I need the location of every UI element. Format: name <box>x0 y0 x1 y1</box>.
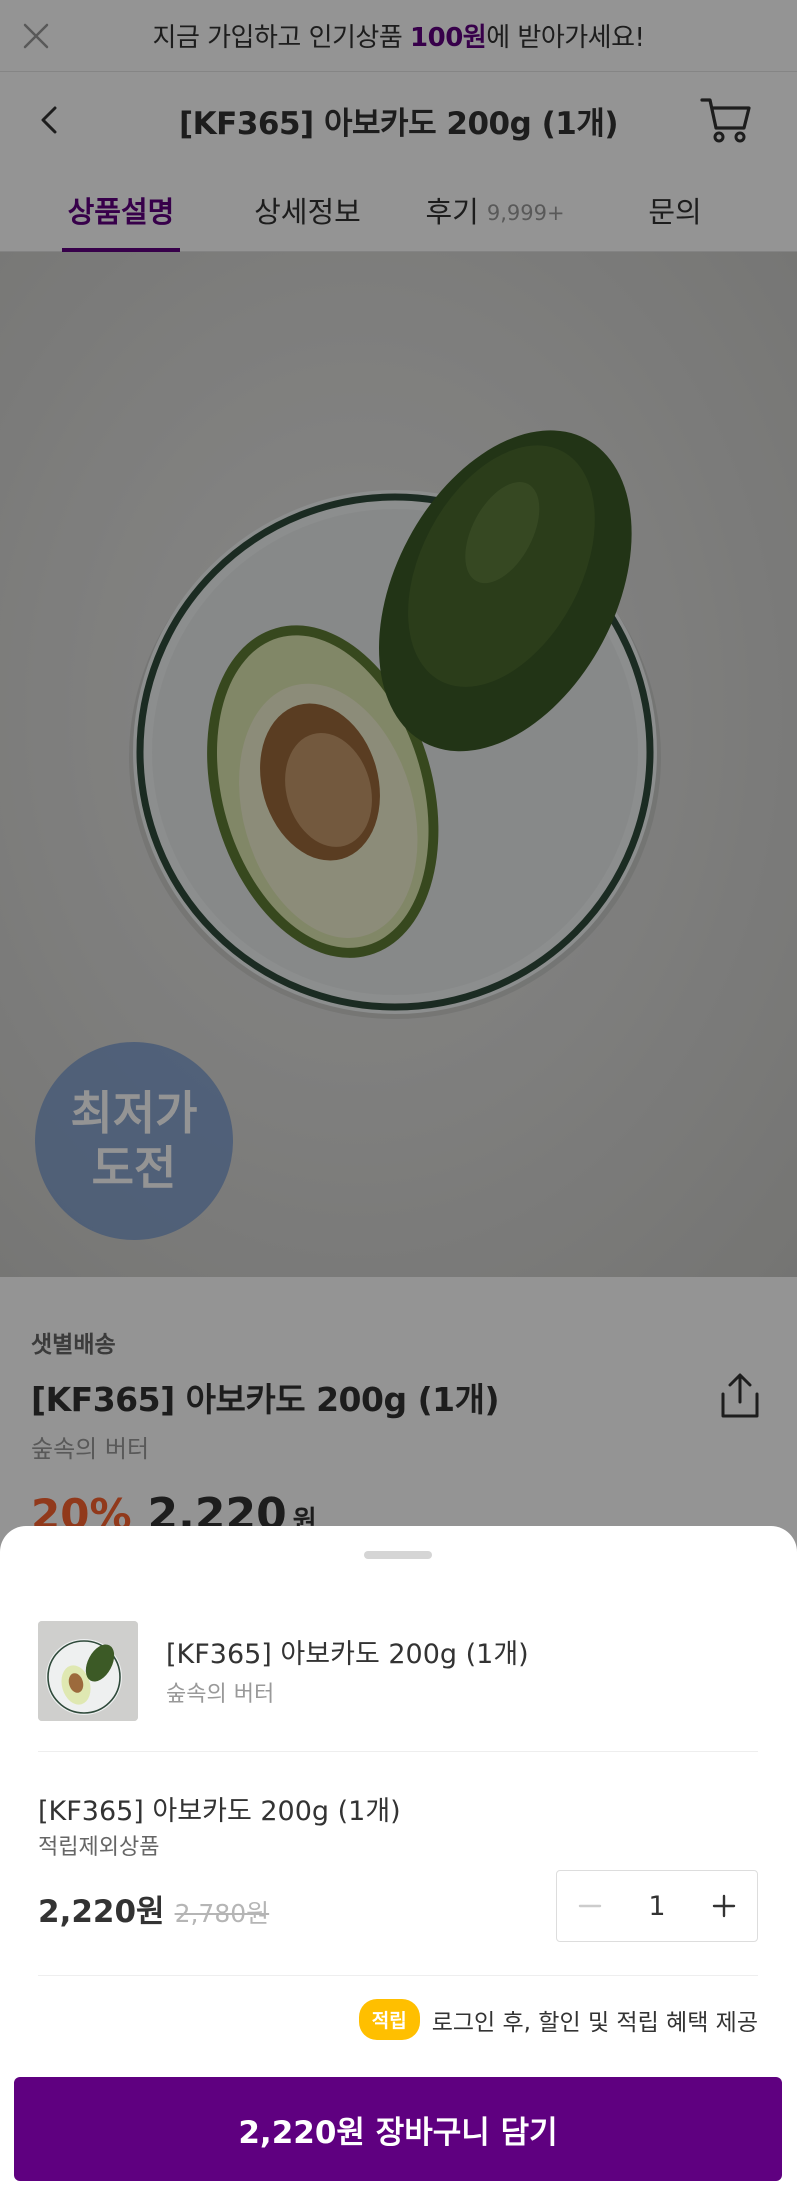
add-to-cart-button[interactable]: 2,220원 장바구니 담기 <box>14 2077 782 2181</box>
quantity-value: 1 <box>648 1890 666 1922</box>
option-note: 적립제외상품 <box>38 1835 160 1860</box>
sheet-drag-handle[interactable] <box>364 1551 432 1559</box>
points-badge: 적립 <box>358 1999 420 2040</box>
sheet-product-name: [KF365] 아보카도 200g (1개) <box>166 1639 529 1670</box>
benefit-notice: 적립 로그인 후, 할인 및 적립 혜택 제공 <box>358 1999 758 2040</box>
add-to-cart-sheet: [KF365] 아보카도 200g (1개) 숲속의 버터 [KF365] 아보… <box>0 1526 797 2197</box>
minus-icon[interactable] <box>557 1871 623 1941</box>
quantity-stepper: 1 <box>556 1870 758 1942</box>
divider <box>38 1975 758 1976</box>
option-name: [KF365] 아보카도 200g (1개) <box>38 1796 401 1827</box>
plus-icon[interactable] <box>691 1871 757 1941</box>
product-thumbnail <box>38 1621 138 1721</box>
sale-price: 2,220원 <box>38 1894 165 1930</box>
benefit-text: 로그인 후, 할인 및 적립 혜택 제공 <box>431 2009 758 2036</box>
sheet-product-brand: 숲속의 버터 <box>166 1682 275 1707</box>
divider <box>38 1751 758 1752</box>
option-price: 2,220원 2,780원 <box>38 1886 269 1931</box>
original-price: 2,780원 <box>174 1899 270 1928</box>
